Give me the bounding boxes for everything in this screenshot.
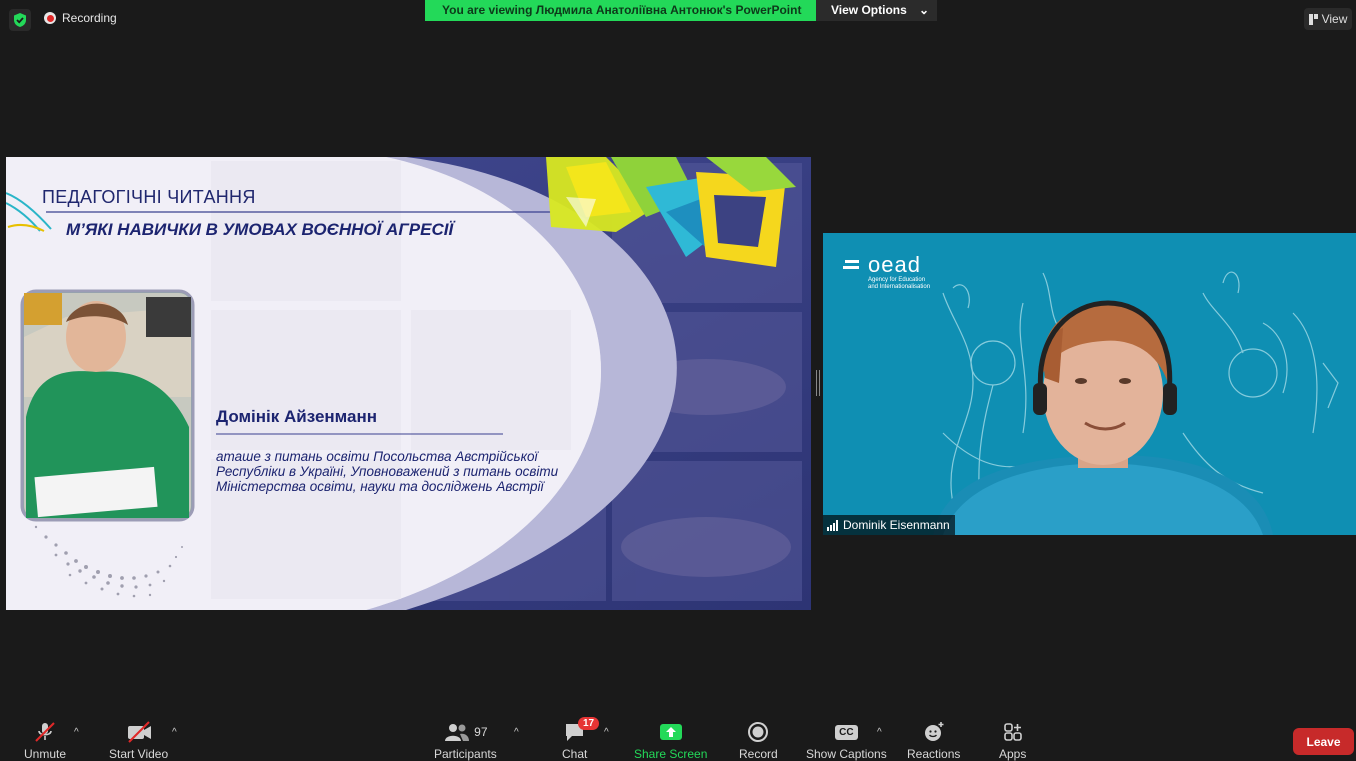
start-video-label: Start Video [109,747,169,761]
cc-icon-text: CC [835,724,858,740]
smiley-plus-icon [922,720,946,744]
encryption-shield-icon[interactable] [9,9,31,31]
oead-logo-text: OeAD [868,252,921,277]
view-options-label: View Options [831,3,907,17]
show-captions-button[interactable]: CC Show Captions [806,720,887,761]
chevron-down-icon: ⌄ [918,3,929,17]
chat-label: Chat [562,747,588,761]
share-screen-button[interactable]: Share Screen [634,720,707,761]
speaker-description-line: аташе з питань освіти Посольства Австрій… [216,449,538,464]
reactions-button[interactable]: Reactions [907,720,960,761]
participants-button[interactable]: 97 Participants [434,720,497,761]
apps-icon [1002,720,1024,744]
audio-options-caret-icon[interactable]: ^ [74,727,79,738]
record-button[interactable]: Record [739,720,778,761]
speaker-description-line: Міністерства освіти, науки та досліджень… [216,479,544,494]
leave-button[interactable]: Leave [1293,728,1354,755]
video-options-caret-icon[interactable]: ^ [172,727,177,738]
recording-indicator[interactable]: Recording [44,11,117,25]
oead-logo-subtext: Agency for Education [868,277,926,283]
start-video-button[interactable]: Start Video [109,720,168,761]
reactions-label: Reactions [907,747,961,761]
muted-microphone-icon [33,720,57,744]
resize-handle[interactable] [816,370,820,396]
oead-logo: OeAD Agency for Education and Internatio… [868,253,930,291]
participants-icon [445,724,470,741]
shared-slide: ПЕДАГОГІЧНІ ЧИТАННЯ М’ЯКІ НАВИЧКИ В УМОВ… [6,157,811,610]
view-options-button[interactable]: View Options ⌄ [816,0,937,21]
captions-options-caret-icon[interactable]: ^ [877,727,882,738]
participants-icon-group: 97 [443,720,488,744]
apps-button[interactable]: Apps [999,720,1026,761]
chat-options-caret-icon[interactable]: ^ [604,727,609,738]
participant-video-tile[interactable]: OeAD Agency for Education and Internatio… [823,233,1356,535]
slide-subtitle: ПЕДАГОГІЧНІ ЧИТАННЯ [42,187,256,207]
record-label: Record [739,747,778,761]
share-screen-label: Share Screen [634,747,708,761]
chat-unread-badge: 17 [578,717,600,730]
speaker-description-line: Республіки в Україні, Уповноважений з пи… [216,464,559,479]
video-off-icon [125,720,153,744]
participant-name: Dominik Eisenmann [843,518,950,532]
share-banner-text: You are viewing Людмила Анатоліївна Анто… [425,0,816,21]
recording-label: Recording [62,11,117,25]
apps-label: Apps [999,747,1027,761]
signal-strength-icon [827,519,838,531]
grid-view-icon [1308,13,1318,25]
unmute-button[interactable]: Unmute [24,720,66,761]
screen-share-banner: You are viewing Людмила Анатоліївна Анто… [425,0,937,21]
speaker-name: Домінік Айзенманн [216,407,378,426]
participants-count: 97 [474,725,488,739]
participants-options-caret-icon[interactable]: ^ [514,727,519,738]
view-label: View [1321,12,1348,26]
slide-title: М’ЯКІ НАВИЧКИ В УМОВАХ ВОЄННОЇ АГРЕСІЇ [66,220,454,239]
unmute-label: Unmute [24,747,67,761]
participant-name-tag: Dominik Eisenmann [823,515,955,535]
share-screen-icon [659,720,683,744]
oead-logo-subtext: and Internationalisation [868,284,931,290]
view-button[interactable]: View [1304,8,1352,30]
show-captions-label: Show Captions [806,747,887,761]
speaker-description: аташе з питань освіти Посольства Австрій… [216,449,596,494]
closed-captions-icon: CC [835,720,858,744]
participants-label: Participants [434,747,497,761]
record-icon [747,720,769,744]
recording-dot-icon [44,12,56,24]
